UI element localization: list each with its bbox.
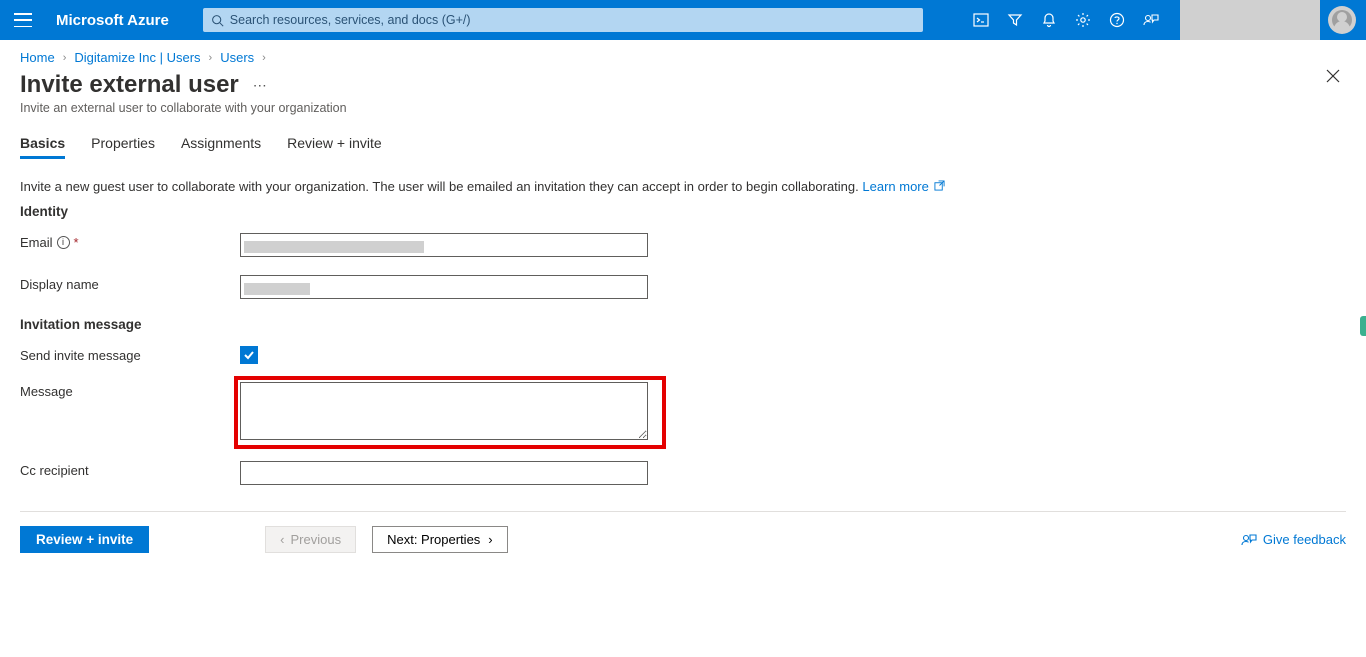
message-label: Message [20, 382, 240, 399]
avatar[interactable] [1328, 6, 1356, 34]
feedback-icon [1241, 532, 1257, 548]
learn-more-link[interactable]: Learn more [862, 179, 945, 194]
search-icon [211, 14, 224, 27]
breadcrumb-users[interactable]: Users [220, 50, 254, 65]
section-invitation: Invitation message [20, 317, 1346, 332]
required-mark: * [74, 235, 79, 250]
settings-icon[interactable] [1066, 0, 1100, 40]
close-icon[interactable] [1326, 69, 1340, 86]
breadcrumb-org-users[interactable]: Digitamize Inc | Users [74, 50, 200, 65]
email-field[interactable] [240, 233, 648, 257]
external-link-icon [934, 179, 945, 194]
chevron-left-icon: ‹ [280, 532, 284, 547]
tab-properties[interactable]: Properties [91, 129, 155, 159]
row-display-name: Display name [20, 275, 1346, 299]
row-cc: Cc recipient [20, 461, 1346, 485]
header-icon-group [964, 0, 1168, 40]
breadcrumb: Home › Digitamize Inc | Users › Users › [0, 40, 1366, 65]
chevron-right-icon: › [209, 52, 213, 64]
bottom-bar: Review + invite ‹ Previous Next: Propert… [0, 512, 1366, 553]
next-button[interactable]: Next: Properties › [372, 526, 508, 553]
chevron-right-icon: › [488, 532, 492, 547]
hamburger-icon[interactable] [14, 13, 32, 27]
tab-assignments[interactable]: Assignments [181, 129, 261, 159]
email-label: Email i * [20, 233, 240, 250]
cc-label: Cc recipient [20, 461, 240, 478]
intro-body: Invite a new guest user to collaborate w… [20, 179, 859, 194]
info-icon[interactable]: i [57, 236, 70, 249]
account-info-box[interactable] [1180, 0, 1320, 40]
notifications-icon[interactable] [1032, 0, 1066, 40]
title-row: Invite external user ⋯ [0, 65, 1366, 101]
breadcrumb-home[interactable]: Home [20, 50, 55, 65]
display-name-label: Display name [20, 275, 240, 292]
top-header: Microsoft Azure [0, 0, 1366, 40]
cc-field[interactable] [240, 461, 648, 485]
chevron-right-icon: › [262, 52, 266, 64]
chevron-right-icon: › [63, 52, 67, 64]
tabs: Basics Properties Assignments Review + i… [0, 129, 1366, 159]
global-search[interactable] [203, 8, 923, 32]
filter-icon[interactable] [998, 0, 1032, 40]
previous-button: ‹ Previous [265, 526, 356, 553]
send-invite-label: Send invite message [20, 346, 240, 363]
review-invite-button[interactable]: Review + invite [20, 526, 149, 553]
row-message: Message [20, 382, 1346, 443]
content-area: Invite a new guest user to collaborate w… [0, 159, 1366, 485]
search-input[interactable] [230, 13, 915, 27]
display-name-field[interactable] [240, 275, 648, 299]
give-feedback-link[interactable]: Give feedback [1241, 532, 1346, 548]
more-options-icon[interactable]: ⋯ [253, 77, 267, 94]
message-field[interactable] [240, 382, 648, 440]
tab-basics[interactable]: Basics [20, 129, 65, 159]
send-invite-checkbox[interactable] [240, 346, 258, 364]
cloud-shell-icon[interactable] [964, 0, 998, 40]
intro-text: Invite a new guest user to collaborate w… [20, 179, 1346, 194]
section-identity: Identity [20, 204, 1346, 219]
row-send-invite: Send invite message [20, 346, 1346, 364]
help-icon[interactable] [1100, 0, 1134, 40]
feedback-icon[interactable] [1134, 0, 1168, 40]
page-title: Invite external user [20, 71, 239, 99]
side-tab[interactable] [1360, 316, 1366, 336]
tab-review-invite[interactable]: Review + invite [287, 129, 382, 159]
row-email: Email i * [20, 233, 1346, 257]
page-subtitle: Invite an external user to collaborate w… [0, 101, 1366, 129]
brand-label[interactable]: Microsoft Azure [56, 12, 169, 29]
